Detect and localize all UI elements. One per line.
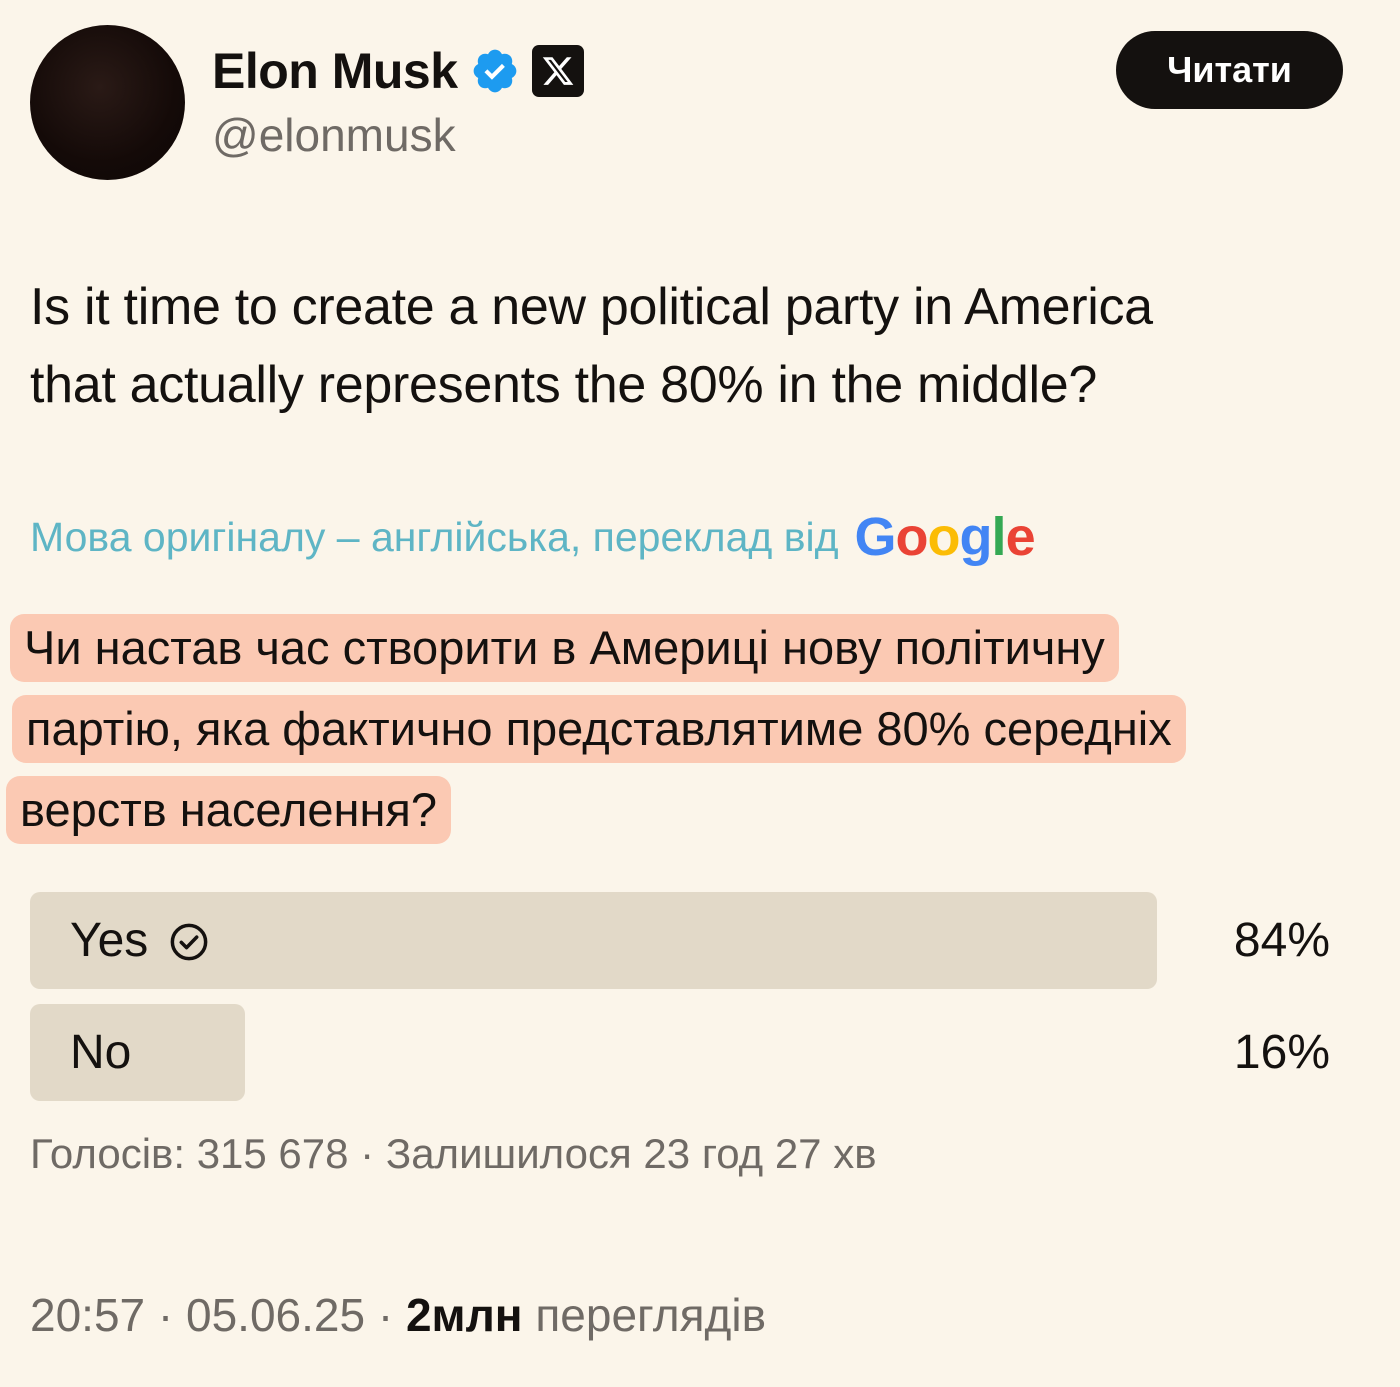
google-logo-text: Google — [854, 507, 1036, 567]
translated-text-line: Чи настав час створити в Америці нову по… — [10, 614, 1119, 682]
poll-meta: Голосів: 315 678 · Залишилося 23 год 27 … — [30, 1130, 877, 1177]
poll-bar-fill — [30, 1004, 245, 1101]
poll-option-percent: 16% — [1233, 1026, 1330, 1079]
follow-button[interactable]: Читати — [1116, 31, 1343, 109]
avatar[interactable] — [30, 25, 185, 180]
tweet-text: Is it time to create a new political par… — [30, 268, 1380, 424]
timestamp-row: 20:57 · 05.06.25 · 2млн переглядів — [30, 1288, 766, 1342]
poll-option-text: No — [70, 1026, 132, 1079]
views-label: переглядів — [535, 1289, 767, 1341]
translated-text: Чи настав час створити в Америці нову по… — [6, 614, 1380, 857]
verified-badge-icon[interactable] — [470, 46, 520, 96]
author-display-name[interactable]: Elon Musk — [212, 42, 458, 100]
poll-option-label: Yes — [70, 892, 210, 989]
check-circle-icon — [168, 920, 210, 962]
poll-option-no[interactable]: No 16% — [30, 1004, 1330, 1101]
translation-note-text: Мова оригіналу – англійська, переклад ві… — [30, 513, 839, 560]
poll-option-percent: 84% — [1233, 914, 1330, 967]
translation-note[interactable]: Мова оригіналу – англійська, переклад ві… — [30, 505, 1036, 569]
x-logo-icon — [531, 45, 584, 97]
tweet-date[interactable]: 05.06.25 — [186, 1289, 365, 1341]
poll-option-yes[interactable]: Yes 84% — [30, 892, 1330, 989]
translated-text-line: верств населення? — [6, 776, 452, 844]
tweet-time[interactable]: 20:57 — [30, 1289, 145, 1341]
tweet-text-line: Is it time to create a new political par… — [30, 278, 1153, 336]
separator: · — [157, 1289, 174, 1341]
poll-option-label: No — [70, 1004, 131, 1101]
author-name-row: Elon Musk — [212, 40, 584, 102]
author-handle[interactable]: @elonmusk — [212, 108, 456, 162]
tweet-text-line: that actually represents the 80% in the … — [30, 356, 1097, 414]
poll-option-text: Yes — [70, 914, 149, 967]
views-count[interactable]: 2млн — [406, 1289, 523, 1341]
google-logo: Google — [854, 506, 1036, 568]
separator: · — [377, 1289, 394, 1341]
translated-text-line: партію, яка фактично представлятиме 80% … — [12, 695, 1186, 763]
